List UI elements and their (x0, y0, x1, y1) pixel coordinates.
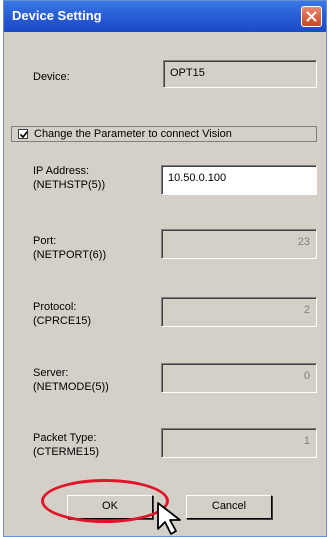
change-parameter-checkbox[interactable] (18, 129, 29, 139)
device-value-field: OPT15 (163, 60, 317, 88)
device-setting-dialog: Device Setting Device: OPT15 Change the … (3, 0, 327, 537)
cancel-button[interactable]: Cancel (186, 495, 272, 519)
server-input: 0 (161, 363, 317, 393)
title-bar[interactable]: Device Setting (4, 1, 326, 32)
mouse-pointer-icon (157, 502, 181, 535)
close-icon[interactable] (301, 6, 322, 27)
dialog-title: Device Setting (12, 8, 102, 23)
ip-address-label: IP Address: (33, 165, 90, 177)
port-label: Port: (33, 235, 57, 247)
ip-address-sublabel: (NETHSTP(5)) (33, 179, 106, 191)
packet-type-sublabel: (CTERME15) (33, 446, 100, 458)
ip-address-input[interactable]: 10.50.0.100 (161, 165, 317, 195)
protocol-label: Protocol: (33, 301, 77, 313)
ok-highlight-ellipse (41, 479, 169, 523)
server-label: Server: (33, 367, 69, 379)
port-input: 23 (161, 229, 317, 259)
packet-type-label: Packet Type: (33, 432, 97, 444)
packet-type-input: 1 (161, 428, 317, 458)
server-sublabel: (NETMODE(5)) (33, 381, 109, 393)
device-label: Device: (33, 71, 70, 83)
port-sublabel: (NETPORT(6)) (33, 249, 107, 261)
protocol-input: 2 (161, 297, 317, 327)
change-parameter-label: Change the Parameter to connect Vision (34, 128, 232, 140)
change-parameter-checkbox-row[interactable]: Change the Parameter to connect Vision (11, 126, 317, 142)
protocol-sublabel: (CPRCE15) (33, 315, 92, 327)
